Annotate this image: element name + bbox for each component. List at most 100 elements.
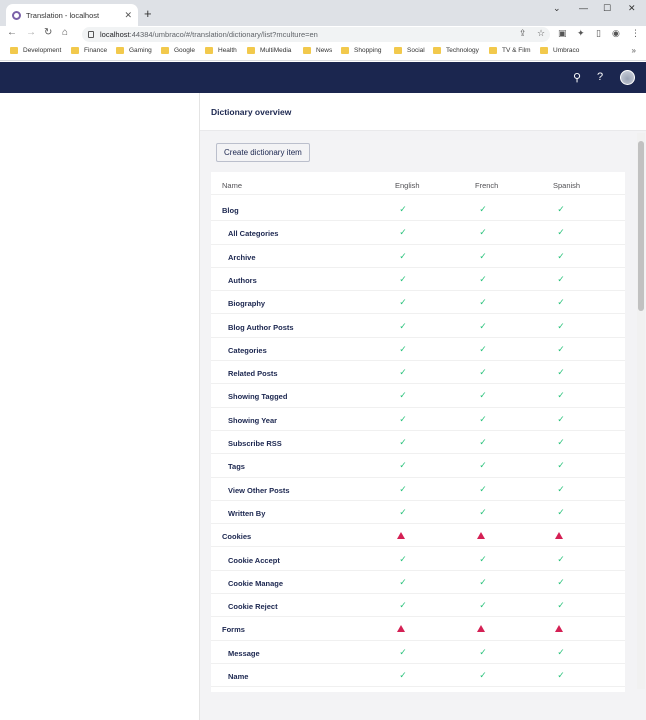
menu-icon[interactable]: ⋮ bbox=[631, 28, 640, 39]
dictionary-item-name[interactable]: Biography bbox=[228, 299, 265, 308]
close-window-icon[interactable]: ✕ bbox=[628, 3, 636, 14]
table-row[interactable]: Forms bbox=[211, 617, 625, 641]
table-row[interactable]: Showing Year ✓ ✓ ✓ bbox=[211, 408, 625, 431]
bookmark-tv-film[interactable]: TV & Film bbox=[489, 47, 531, 54]
table-row[interactable]: View Other Posts ✓ ✓ ✓ bbox=[211, 478, 625, 501]
warning-icon bbox=[477, 532, 485, 540]
bookmark-finance[interactable]: Finance bbox=[71, 47, 107, 54]
bookmark-health[interactable]: Health bbox=[205, 47, 237, 54]
minimize-icon[interactable]: — bbox=[579, 3, 588, 13]
check-icon: ✓ bbox=[399, 367, 407, 378]
bookmark-social[interactable]: Social bbox=[394, 47, 425, 54]
table-row[interactable]: Categories ✓ ✓ ✓ bbox=[211, 338, 625, 362]
check-icon: ✓ bbox=[479, 460, 487, 471]
bookmark-shopping[interactable]: Shopping bbox=[341, 47, 381, 54]
check-icon: ✓ bbox=[479, 297, 487, 308]
url-host: localhost bbox=[100, 30, 130, 39]
bookmark-multimedia[interactable]: MultiMedia bbox=[247, 47, 291, 54]
dictionary-item-name[interactable]: All Categories bbox=[228, 229, 278, 238]
help-icon[interactable]: ? bbox=[597, 71, 603, 83]
check-icon: ✓ bbox=[557, 437, 565, 447]
profile-icon[interactable]: ◉ bbox=[612, 28, 620, 39]
check-icon: ✓ bbox=[479, 506, 487, 517]
browser-tab[interactable]: Translation - localhost ✕ bbox=[6, 4, 138, 26]
table-row[interactable]: Subscribe RSS ✓ ✓ ✓ bbox=[211, 431, 625, 455]
column-header-french: French bbox=[475, 181, 499, 190]
table-row[interactable]: All Categories ✓ ✓ ✓ bbox=[211, 221, 625, 245]
check-icon: ✓ bbox=[479, 390, 487, 401]
dictionary-item-name[interactable]: Cookie Accept bbox=[228, 556, 280, 565]
check-icon: ✓ bbox=[479, 413, 487, 424]
dictionary-item-name[interactable]: Blog Author Posts bbox=[228, 323, 294, 332]
table-row[interactable]: Related Posts ✓ ✓ ✓ bbox=[211, 361, 625, 385]
dictionary-item-name[interactable]: Cookies bbox=[222, 532, 251, 541]
dictionary-item-name[interactable]: Blog bbox=[222, 206, 239, 215]
dictionary-item-name[interactable]: Cookie Manage bbox=[228, 579, 283, 588]
table-row[interactable]: Tags ✓ ✓ ✓ bbox=[211, 454, 625, 478]
table-row[interactable]: Cookie Reject ✓ ✓ ✓ bbox=[211, 594, 625, 618]
back-icon[interactable]: ← bbox=[7, 27, 17, 38]
bookmark-umbraco[interactable]: Umbraco bbox=[540, 47, 579, 54]
create-dictionary-item-button[interactable]: Create dictionary item bbox=[216, 143, 310, 162]
extensions-icon[interactable]: ✦ bbox=[577, 28, 585, 39]
check-icon: ✓ bbox=[557, 553, 565, 564]
table-row[interactable]: Showing Tagged ✓ ✓ ✓ bbox=[211, 384, 625, 408]
reload-icon[interactable]: ↻ bbox=[44, 27, 52, 38]
dictionary-item-name[interactable]: Forms bbox=[222, 625, 245, 634]
bookmark-gaming[interactable]: Gaming bbox=[116, 47, 152, 54]
folder-icon bbox=[10, 47, 18, 54]
table-row[interactable]: Cookie Manage ✓ ✓ ✓ bbox=[211, 571, 625, 595]
home-icon[interactable]: ⌂ bbox=[62, 27, 68, 38]
dictionary-item-name[interactable]: Written By bbox=[228, 509, 265, 518]
dictionary-item-name[interactable]: Subscribe RSS bbox=[228, 439, 282, 448]
check-icon: ✓ bbox=[557, 390, 565, 401]
dictionary-item-name[interactable]: Name bbox=[228, 672, 248, 681]
bookmark-star-icon[interactable]: ☆ bbox=[537, 28, 545, 39]
dictionary-item-name[interactable]: Archive bbox=[228, 253, 256, 262]
table-row[interactable]: Cookie Accept ✓ ✓ ✓ bbox=[211, 548, 625, 571]
maximize-icon[interactable]: ☐ bbox=[603, 3, 611, 14]
dictionary-item-name[interactable]: Message bbox=[228, 649, 260, 658]
bookmark-google[interactable]: Google bbox=[161, 47, 195, 54]
user-avatar[interactable] bbox=[620, 70, 635, 85]
dictionary-item-name[interactable]: Showing Year bbox=[228, 416, 277, 425]
dictionary-item-name[interactable]: View Other Posts bbox=[228, 486, 290, 495]
dictionary-item-name[interactable]: Related Posts bbox=[228, 369, 278, 378]
bookmark-development[interactable]: Development bbox=[10, 47, 61, 54]
more-bookmarks-icon[interactable]: » bbox=[632, 46, 636, 55]
forward-icon[interactable]: → bbox=[26, 27, 36, 38]
bookmark-news[interactable]: News bbox=[303, 47, 332, 54]
address-bar[interactable]: localhost:44384/umbraco/#/translation/di… bbox=[82, 27, 550, 42]
dictionary-item-name[interactable]: Authors bbox=[228, 276, 257, 285]
tab-search-icon[interactable]: ⌄ bbox=[553, 3, 561, 14]
bookmark-technology[interactable]: Technology bbox=[433, 47, 479, 54]
search-icon[interactable]: ⚲ bbox=[573, 71, 581, 84]
lock-icon bbox=[88, 31, 94, 38]
table-row[interactable]: Biography ✓ ✓ ✓ bbox=[211, 291, 625, 315]
shield-extension-icon[interactable]: ▣ bbox=[558, 28, 567, 39]
check-icon: ✓ bbox=[399, 413, 407, 424]
table-row[interactable]: Archive ✓ ✓ ✓ bbox=[211, 245, 625, 268]
table-row[interactable]: Cookies bbox=[211, 524, 625, 548]
check-icon: ✓ bbox=[557, 460, 565, 471]
dictionary-item-name[interactable]: Showing Tagged bbox=[228, 392, 287, 401]
scrollbar-thumb[interactable] bbox=[638, 141, 644, 311]
new-tab-icon[interactable]: + bbox=[144, 6, 152, 21]
close-tab-icon[interactable]: ✕ bbox=[124, 10, 132, 21]
folder-icon bbox=[433, 47, 441, 54]
table-row[interactable]: Message ✓ ✓ ✓ bbox=[211, 641, 625, 664]
table-row[interactable]: Authors ✓ ✓ ✓ bbox=[211, 268, 625, 292]
dictionary-item-name[interactable]: Tags bbox=[228, 462, 245, 471]
share-icon[interactable]: ⇪ bbox=[519, 28, 527, 39]
dictionary-item-name[interactable]: Categories bbox=[228, 346, 267, 355]
table-row[interactable]: Blog Author Posts ✓ ✓ ✓ bbox=[211, 315, 625, 338]
table-header: Name English French Spanish bbox=[211, 172, 625, 196]
scrollbar[interactable] bbox=[637, 133, 645, 689]
sidepanel-icon[interactable]: ▯ bbox=[596, 28, 601, 39]
table-row[interactable]: Name ✓ ✓ ✓ bbox=[211, 664, 625, 688]
table-row[interactable]: Blog ✓ ✓ ✓ bbox=[211, 198, 625, 222]
table-row[interactable]: Written By ✓ ✓ ✓ bbox=[211, 501, 625, 525]
folder-icon bbox=[205, 47, 213, 54]
dictionary-item-name[interactable]: Cookie Reject bbox=[228, 602, 278, 611]
check-icon: ✓ bbox=[557, 576, 565, 587]
